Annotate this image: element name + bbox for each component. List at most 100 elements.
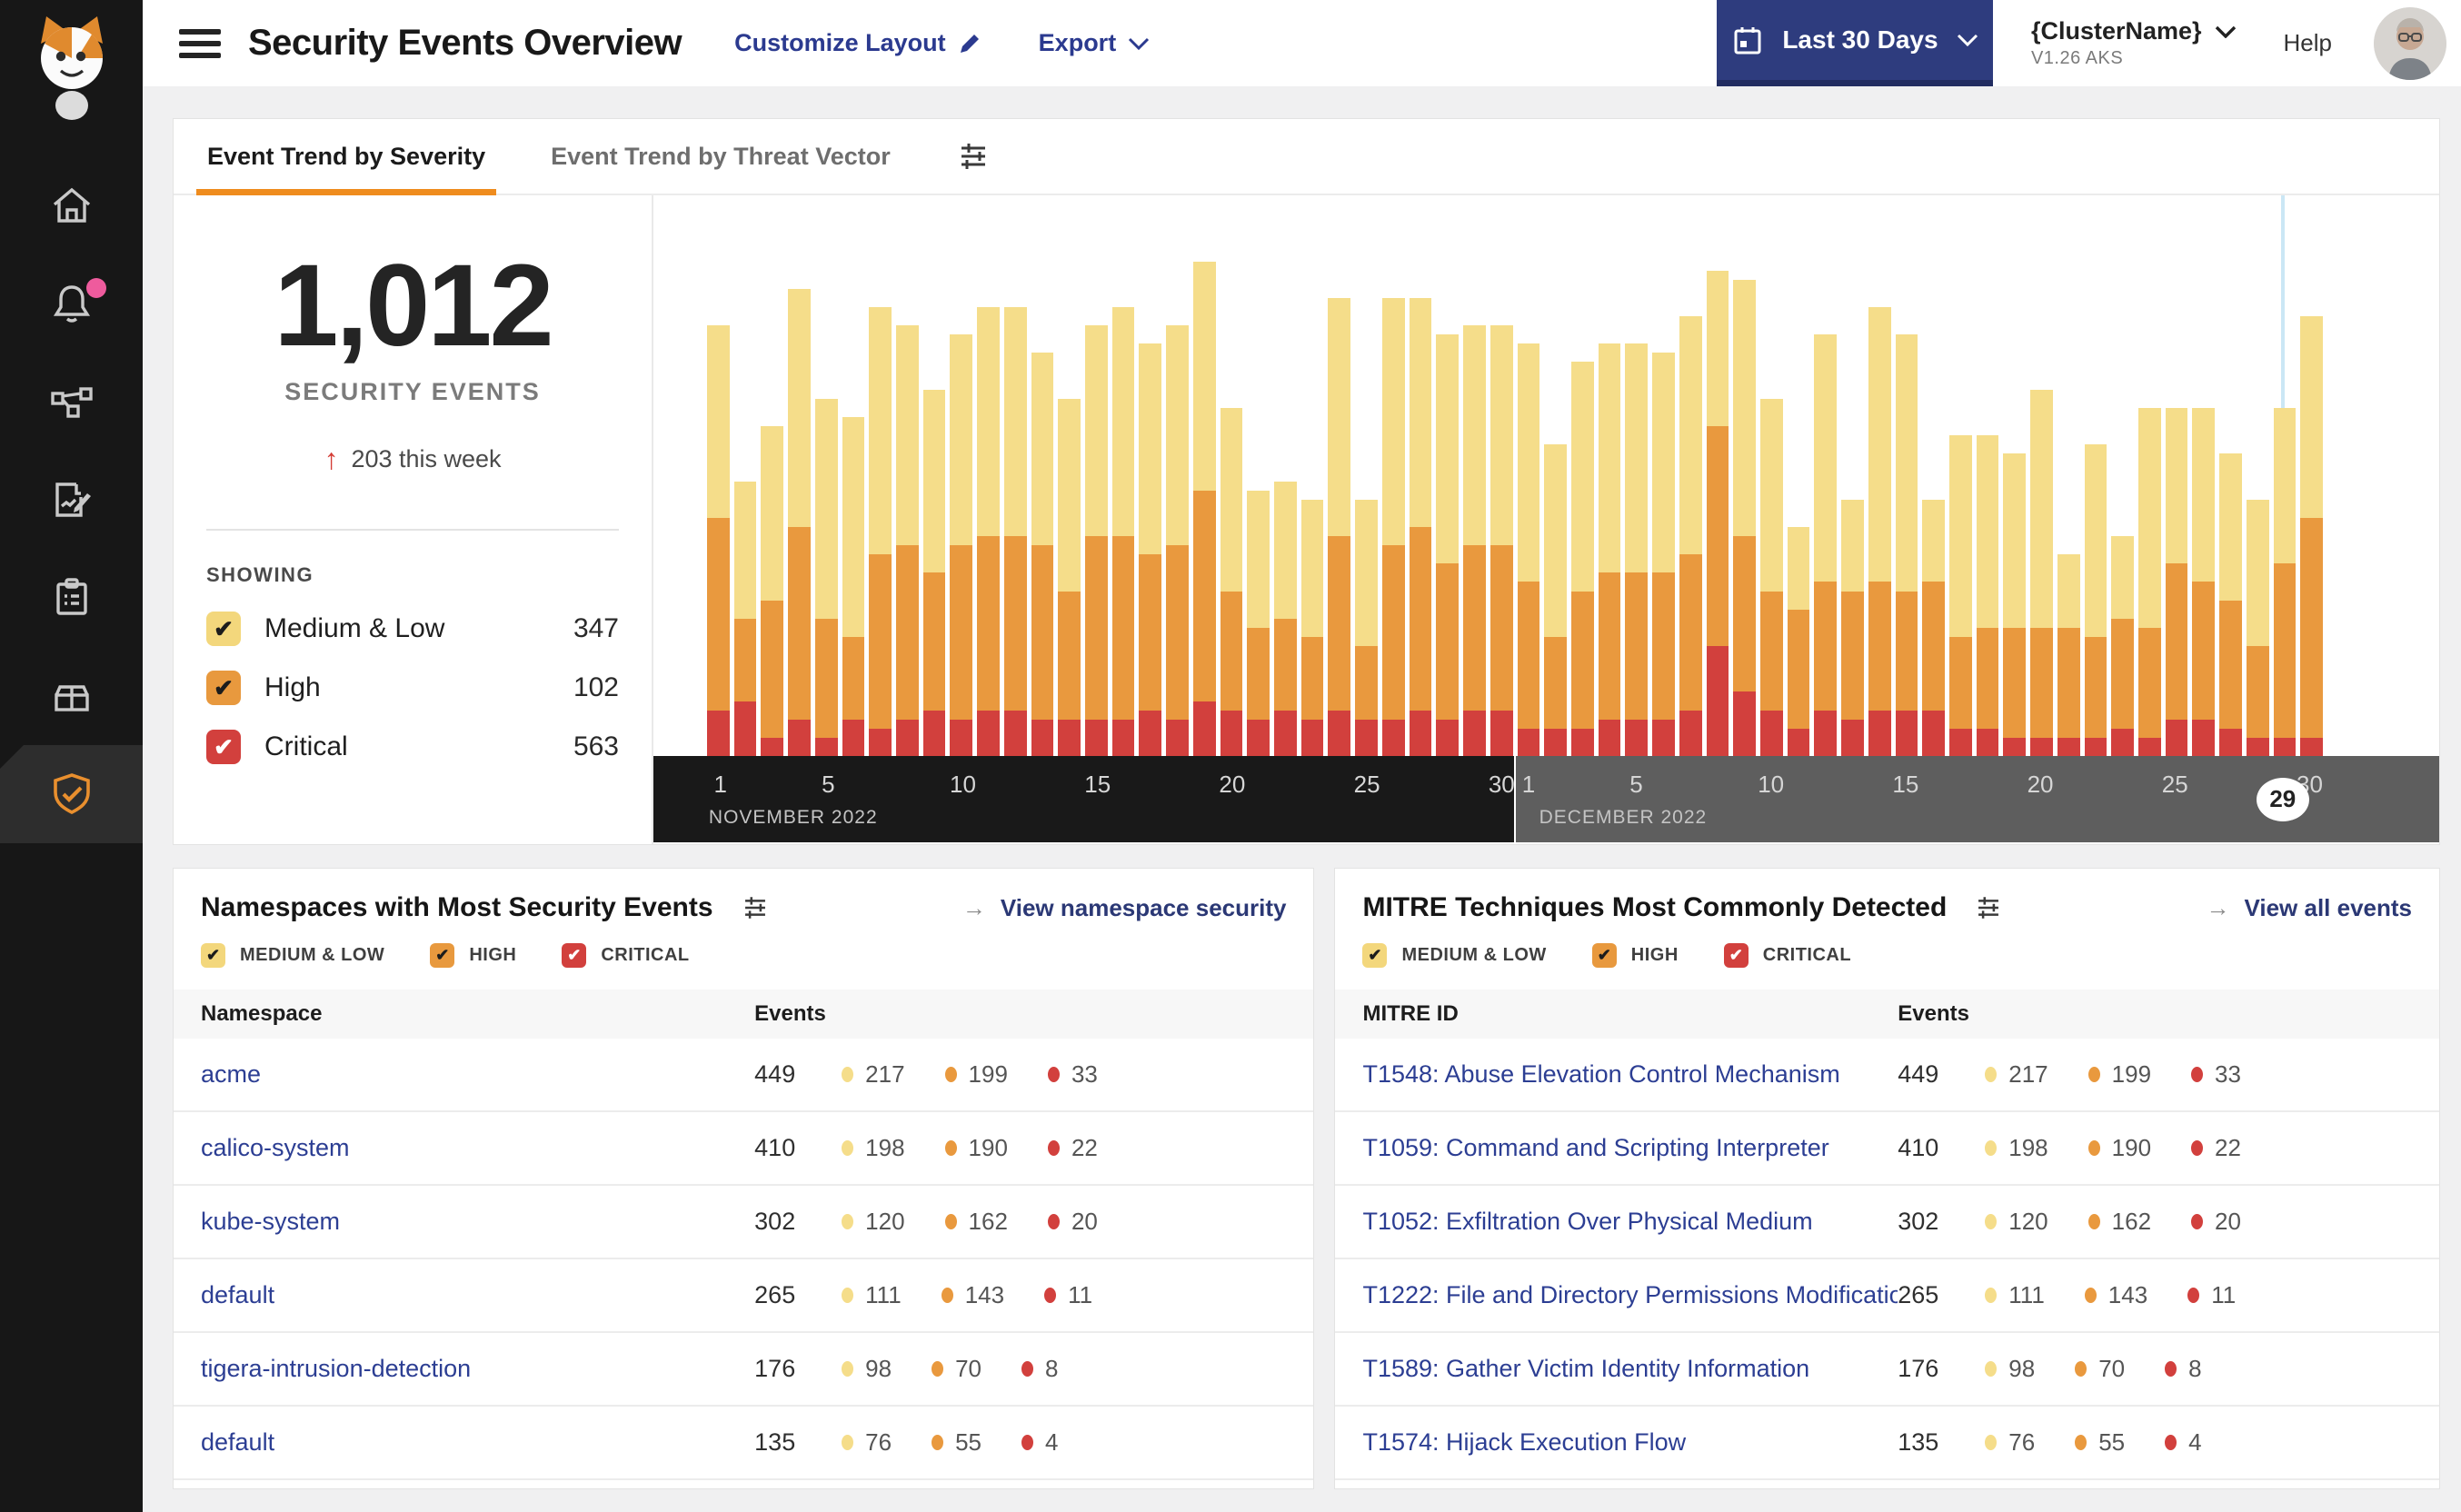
chart-bar[interactable]: [1220, 206, 1243, 756]
chart-bar[interactable]: [2300, 206, 2324, 756]
chart-bar[interactable]: [2219, 206, 2242, 756]
chart-bar[interactable]: [733, 206, 757, 756]
customize-layout-button[interactable]: Customize Layout: [734, 29, 982, 57]
chart-bar[interactable]: [1328, 206, 1351, 756]
chart-filter-icon[interactable]: [956, 139, 991, 174]
checkbox-critical[interactable]: ✔: [562, 943, 587, 968]
mitre-technique-link[interactable]: T1548: Abuse Elevation Control Mechanism: [1362, 1060, 1898, 1089]
sidebar-item-reports[interactable]: [0, 451, 143, 549]
chart-bar[interactable]: [1759, 206, 1783, 756]
chart-bar[interactable]: [922, 206, 946, 756]
mitre-technique-link[interactable]: T1222: File and Directory Permissions Mo…: [1362, 1281, 1898, 1309]
tab-event-trend-by-threat-vector[interactable]: Event Trend by Threat Vector: [551, 119, 891, 194]
namespace-link[interactable]: default: [201, 1428, 754, 1457]
chart-bar[interactable]: [1111, 206, 1135, 756]
chart-bar[interactable]: [1679, 206, 1702, 756]
chart-bar[interactable]: [788, 206, 811, 756]
sidebar-item-service-graph[interactable]: [0, 353, 143, 451]
filter-chip-medium-low[interactable]: ✔ MEDIUM & LOW: [201, 943, 384, 968]
chart-bar[interactable]: [1166, 206, 1189, 756]
panel-filter-icon[interactable]: [1974, 893, 2003, 922]
chart-bar[interactable]: [1544, 206, 1567, 756]
mitre-technique-link[interactable]: T1052: Exfiltration Over Physical Medium: [1362, 1208, 1898, 1236]
chart-bar[interactable]: [2084, 206, 2107, 756]
filter-chip-high[interactable]: ✔ HIGH: [1591, 943, 1679, 968]
chart-bar[interactable]: [1300, 206, 1324, 756]
chart-bar[interactable]: [761, 206, 784, 756]
filter-chip-critical[interactable]: ✔ CRITICAL: [562, 943, 689, 968]
chart-bar[interactable]: [1381, 206, 1405, 756]
chart-bar[interactable]: [1192, 206, 1216, 756]
namespace-link[interactable]: tigera-intrusion-detection: [201, 1355, 754, 1383]
chart-bar[interactable]: [1436, 206, 1460, 756]
chart-bar[interactable]: [1139, 206, 1162, 756]
user-avatar[interactable]: [2374, 6, 2446, 80]
legend-row-high[interactable]: ✔ High 102: [206, 671, 619, 705]
chart-bar[interactable]: [1517, 206, 1540, 756]
legend-row-critical[interactable]: ✔ Critical 563: [206, 730, 619, 764]
checkbox-critical[interactable]: ✔: [1723, 943, 1749, 968]
chart-bar[interactable]: [1652, 206, 1675, 756]
chart-bar[interactable]: [1868, 206, 1891, 756]
cluster-selector[interactable]: {ClusterName} V1.26 AKS: [2031, 16, 2237, 70]
legend-row-medium-low[interactable]: ✔ Medium & Low 347: [206, 612, 619, 646]
namespace-link[interactable]: default: [201, 1281, 754, 1309]
sidebar-item-workloads[interactable]: [0, 647, 143, 745]
chart-bar[interactable]: [1922, 206, 1945, 756]
chart-bar[interactable]: [1003, 206, 1027, 756]
chart-bar[interactable]: [977, 206, 1000, 756]
chart-bar[interactable]: [2057, 206, 2080, 756]
filter-chip-medium-low[interactable]: ✔ MEDIUM & LOW: [1362, 943, 1546, 968]
view-namespace-security-link[interactable]: → View namespace security: [962, 894, 1287, 922]
chart-bar[interactable]: [706, 206, 730, 756]
namespace-link[interactable]: acme: [201, 1060, 754, 1089]
chart-bar[interactable]: [1976, 206, 1999, 756]
chart-bar[interactable]: [2246, 206, 2269, 756]
chart-bar[interactable]: [1841, 206, 1864, 756]
tab-event-trend-by-severity[interactable]: Event Trend by Severity: [195, 119, 497, 195]
help-link[interactable]: Help: [2284, 29, 2332, 57]
namespace-link[interactable]: kube-system: [201, 1208, 754, 1236]
chart-bar[interactable]: [2003, 206, 2027, 756]
chart-bar[interactable]: [895, 206, 919, 756]
chart-bar[interactable]: [2273, 206, 2297, 756]
chart-bar[interactable]: [1570, 206, 1594, 756]
chart-bar[interactable]: [1733, 206, 1756, 756]
chart-bar[interactable]: [950, 206, 973, 756]
chart-bar[interactable]: [1247, 206, 1270, 756]
chart-bar[interactable]: [1409, 206, 1432, 756]
checkbox-medium-low[interactable]: ✔: [201, 943, 225, 968]
chart-bar[interactable]: [1814, 206, 1838, 756]
chart-bar[interactable]: [2192, 206, 2216, 756]
sidebar-item-home[interactable]: [0, 156, 143, 254]
chart-bar[interactable]: [842, 206, 865, 756]
panel-filter-icon[interactable]: [741, 893, 770, 922]
checkbox-high[interactable]: ✔: [430, 943, 455, 968]
hamburger-menu-icon[interactable]: [179, 27, 221, 60]
chart-bar[interactable]: [1625, 206, 1649, 756]
chart-bar[interactable]: [2030, 206, 2053, 756]
calico-cat-logo[interactable]: [25, 11, 119, 120]
date-range-button[interactable]: Last 30 Days: [1716, 0, 1993, 86]
chart-bar[interactable]: [1490, 206, 1513, 756]
chart-bar[interactable]: [2138, 206, 2161, 756]
view-all-events-link[interactable]: → View all events: [2206, 894, 2412, 922]
chart-bar[interactable]: [1787, 206, 1810, 756]
chart-bar[interactable]: [1463, 206, 1486, 756]
chart-bar[interactable]: [1706, 206, 1729, 756]
chart-bar[interactable]: [1274, 206, 1297, 756]
mitre-technique-link[interactable]: T1589: Gather Victim Identity Informatio…: [1362, 1355, 1898, 1383]
sidebar-item-threat-defense[interactable]: [0, 745, 143, 843]
namespace-link[interactable]: calico-system: [201, 1134, 754, 1162]
filter-chip-critical[interactable]: ✔ CRITICAL: [1723, 943, 1851, 968]
sidebar-item-alerts[interactable]: [0, 254, 143, 353]
chart-bar[interactable]: [1598, 206, 1621, 756]
checkbox-critical[interactable]: ✔: [206, 730, 241, 764]
chart-bar[interactable]: [1355, 206, 1378, 756]
checkbox-high[interactable]: ✔: [1591, 943, 1617, 968]
chart-bar[interactable]: [869, 206, 892, 756]
chart-bar[interactable]: [1085, 206, 1108, 756]
export-button[interactable]: Export: [1039, 29, 1151, 57]
mitre-technique-link[interactable]: T1059: Command and Scripting Interpreter: [1362, 1134, 1898, 1162]
chart-bar[interactable]: [1895, 206, 1918, 756]
